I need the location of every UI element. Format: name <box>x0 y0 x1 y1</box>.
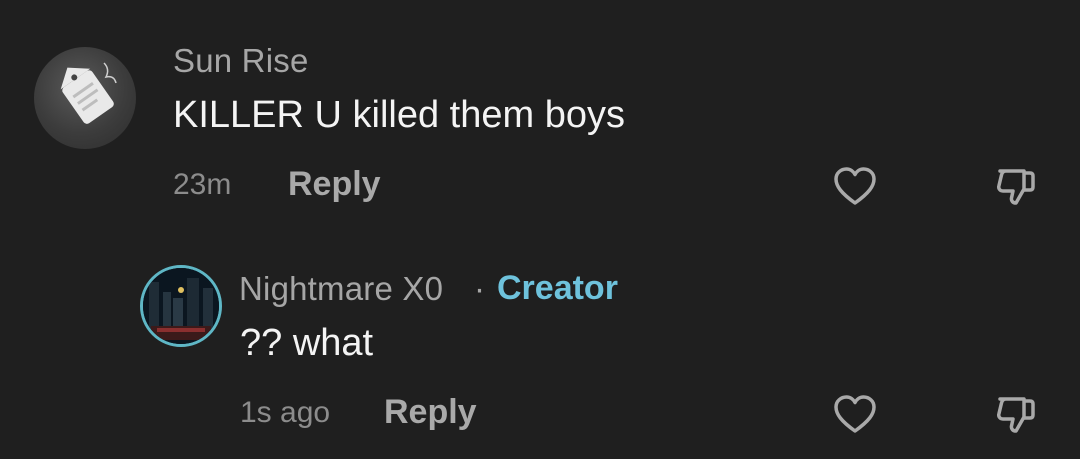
reply-button[interactable]: Reply <box>384 393 477 432</box>
reply-button[interactable]: Reply <box>288 165 381 204</box>
reply-username-suffix[interactable]: X0 <box>402 270 443 307</box>
dislike-button[interactable] <box>992 391 1040 439</box>
like-button[interactable] <box>831 391 879 439</box>
comment-timestamp: 1s ago <box>240 396 331 429</box>
comment-text: ?? what <box>240 322 374 364</box>
separator-dot: · <box>474 270 485 307</box>
heart-icon <box>834 167 876 205</box>
like-button[interactable] <box>831 163 879 211</box>
dislike-button[interactable] <box>992 163 1040 211</box>
comment-text: KILLER U killed them boys <box>173 94 625 136</box>
avatar-image <box>60 62 117 124</box>
thumbs-down-icon <box>997 169 1035 205</box>
avatar[interactable] <box>140 265 222 347</box>
reply-username[interactable]: Nightmare <box>239 270 393 307</box>
avatar-image <box>143 268 219 344</box>
creator-badge: Creator <box>497 269 618 307</box>
thumbs-down-icon <box>997 397 1035 433</box>
avatar[interactable] <box>34 47 136 149</box>
reply-username-line: Nightmare X0 <box>239 270 443 308</box>
comment-username[interactable]: Sun Rise <box>173 42 309 80</box>
heart-icon <box>834 395 876 433</box>
comment-timestamp: 23m <box>173 168 232 201</box>
